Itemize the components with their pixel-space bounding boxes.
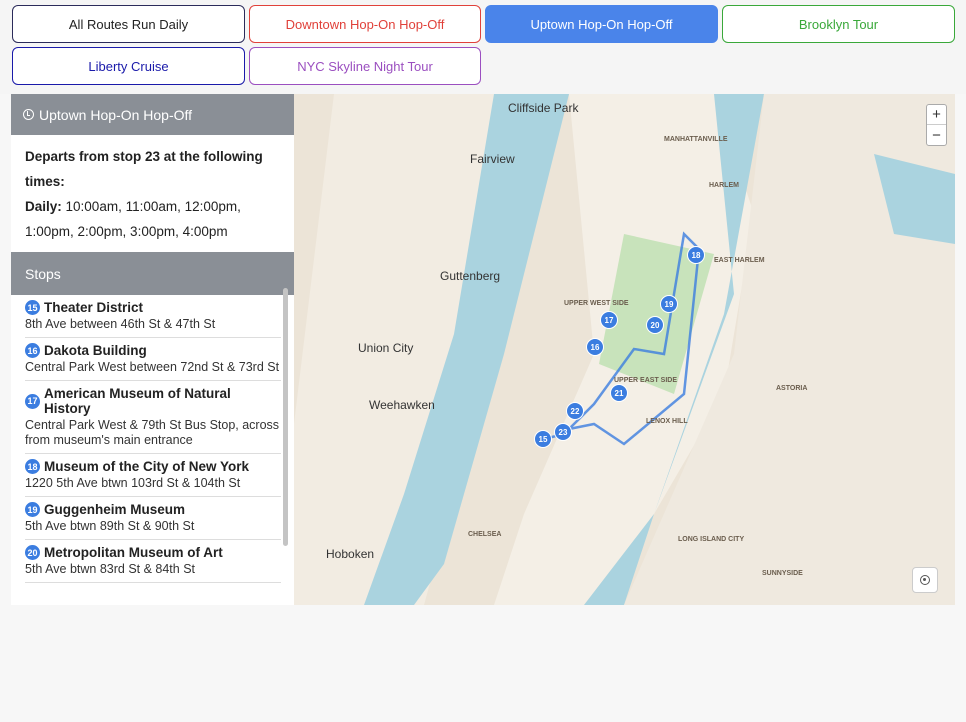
stop-title: 20 Metropolitan Museum of Art <box>25 545 281 560</box>
stop-item[interactable]: 16 Dakota Building Central Park West betwe… <box>25 338 281 381</box>
stop-name: Guggenheim Museum <box>44 502 186 517</box>
map-label: Weehawken <box>369 398 435 412</box>
map-pin[interactable]: 15 <box>534 430 552 448</box>
daily-label: Daily: <box>25 199 62 214</box>
map-pin[interactable]: 23 <box>554 423 572 441</box>
stops-header: Stops <box>11 252 294 295</box>
map-label: MANHATTANVILLE <box>664 136 728 143</box>
stop-title: 19 Guggenheim Museum <box>25 502 281 517</box>
tab-brooklyn[interactable]: Brooklyn Tour <box>722 5 955 43</box>
map-label: Cliffside Park <box>508 101 579 115</box>
tab-all-routes[interactable]: All Routes Run Daily <box>12 5 245 43</box>
departure-info: Departs from stop 23 at the following ti… <box>11 135 294 252</box>
locate-icon <box>920 575 930 585</box>
tab-downtown[interactable]: Downtown Hop-On Hop-Off <box>249 5 481 43</box>
map-pin[interactable]: 19 <box>660 295 678 313</box>
map-label: LENOX HILL <box>646 418 688 425</box>
stop-title: 15 Theater District <box>25 300 281 315</box>
stop-item[interactable]: 19 Guggenheim Museum 5th Ave btwn 89th St … <box>25 497 281 540</box>
map-label: LONG ISLAND CITY <box>678 536 745 543</box>
stop-number-badge: 17 <box>25 393 40 409</box>
locate-button[interactable] <box>912 567 938 593</box>
map-label: CHELSEA <box>468 531 502 538</box>
route-map[interactable]: Cliffside Park Fairview Guttenberg Union… <box>294 94 955 605</box>
stop-item[interactable]: 15 Theater District 8th Ave between 46th S… <box>25 295 281 338</box>
stop-address: Central Park West & 79th St Bus Stop, ac… <box>25 418 280 447</box>
stop-number-badge: 19 <box>25 502 40 517</box>
zoom-control: + − <box>926 104 947 146</box>
route-header: Uptown Hop-On Hop-Off <box>11 94 294 135</box>
stop-name: Theater District <box>44 300 144 315</box>
map-pin[interactable]: 21 <box>610 384 628 402</box>
stop-item[interactable]: 17 American Museum of Natural History Cent… <box>25 381 281 454</box>
map-label: SUNNYSIDE <box>762 570 803 577</box>
stop-number-badge: 15 <box>25 300 40 315</box>
stop-number-badge: 20 <box>25 545 40 560</box>
map-label: Hoboken <box>326 547 375 561</box>
map-pin[interactable]: 17 <box>600 311 618 329</box>
stop-number-badge: 16 <box>25 343 40 358</box>
tab-skyline-night[interactable]: NYC Skyline Night Tour <box>249 47 481 85</box>
map-label: HARLEM <box>709 182 739 189</box>
stop-item[interactable]: 18 Museum of the City of New York 1220 5th… <box>25 454 281 497</box>
map-label: UPPER WEST SIDE <box>564 300 629 307</box>
route-tabs: All Routes Run Daily Downtown Hop-On Hop… <box>0 0 966 94</box>
stop-address: 5th Ave btwn 83rd St & 84th St <box>25 562 196 576</box>
clock-icon <box>23 109 34 120</box>
map-pin[interactable]: 20 <box>646 316 664 334</box>
stop-title: 17 American Museum of Natural History <box>25 386 281 416</box>
route-sidebar: Uptown Hop-On Hop-Off Departs from stop … <box>11 94 294 605</box>
zoom-out-button[interactable]: − <box>927 125 946 145</box>
tab-liberty-cruise[interactable]: Liberty Cruise <box>12 47 245 85</box>
map-pin[interactable]: 16 <box>586 338 604 356</box>
tab-uptown[interactable]: Uptown Hop-On Hop-Off <box>485 5 718 43</box>
stop-number-badge: 18 <box>25 459 40 474</box>
stop-title: 16 Dakota Building <box>25 343 281 358</box>
departs-text: Departs from stop 23 at the following ti… <box>25 149 263 189</box>
map-pin[interactable]: 22 <box>566 402 584 420</box>
stop-address: Central Park West between 72nd St & 73rd… <box>25 360 280 374</box>
stop-name: American Museum of Natural History <box>44 386 231 416</box>
map-pin[interactable]: 18 <box>687 246 705 264</box>
stop-address: 8th Ave between 46th St & 47th St <box>25 317 216 331</box>
stop-name: Metropolitan Museum of Art <box>44 545 223 560</box>
map-label: EAST HARLEM <box>714 257 765 264</box>
map-label: Fairview <box>470 152 515 166</box>
stop-name: Museum of the City of New York <box>44 459 250 474</box>
map-label: UPPER EAST SIDE <box>614 377 678 384</box>
stop-name: Dakota Building <box>44 343 147 358</box>
stop-address: 5th Ave btwn 89th St & 90th St <box>25 519 195 533</box>
zoom-in-button[interactable]: + <box>927 105 946 125</box>
map-label: Union City <box>358 341 414 355</box>
stops-scrollbar[interactable] <box>283 288 288 546</box>
map-label: Guttenberg <box>440 269 501 283</box>
stop-item[interactable]: 20 Metropolitan Museum of Art 5th Ave btwn… <box>25 540 281 583</box>
route-title: Uptown Hop-On Hop-Off <box>39 106 193 123</box>
stop-title: 18 Museum of the City of New York <box>25 459 281 474</box>
stops-list: 15 Theater District 8th Ave between 46th S… <box>11 295 294 722</box>
map-label: ASTORIA <box>776 385 808 392</box>
stop-address: 1220 5th Ave btwn 103rd St & 104th St <box>25 476 241 490</box>
